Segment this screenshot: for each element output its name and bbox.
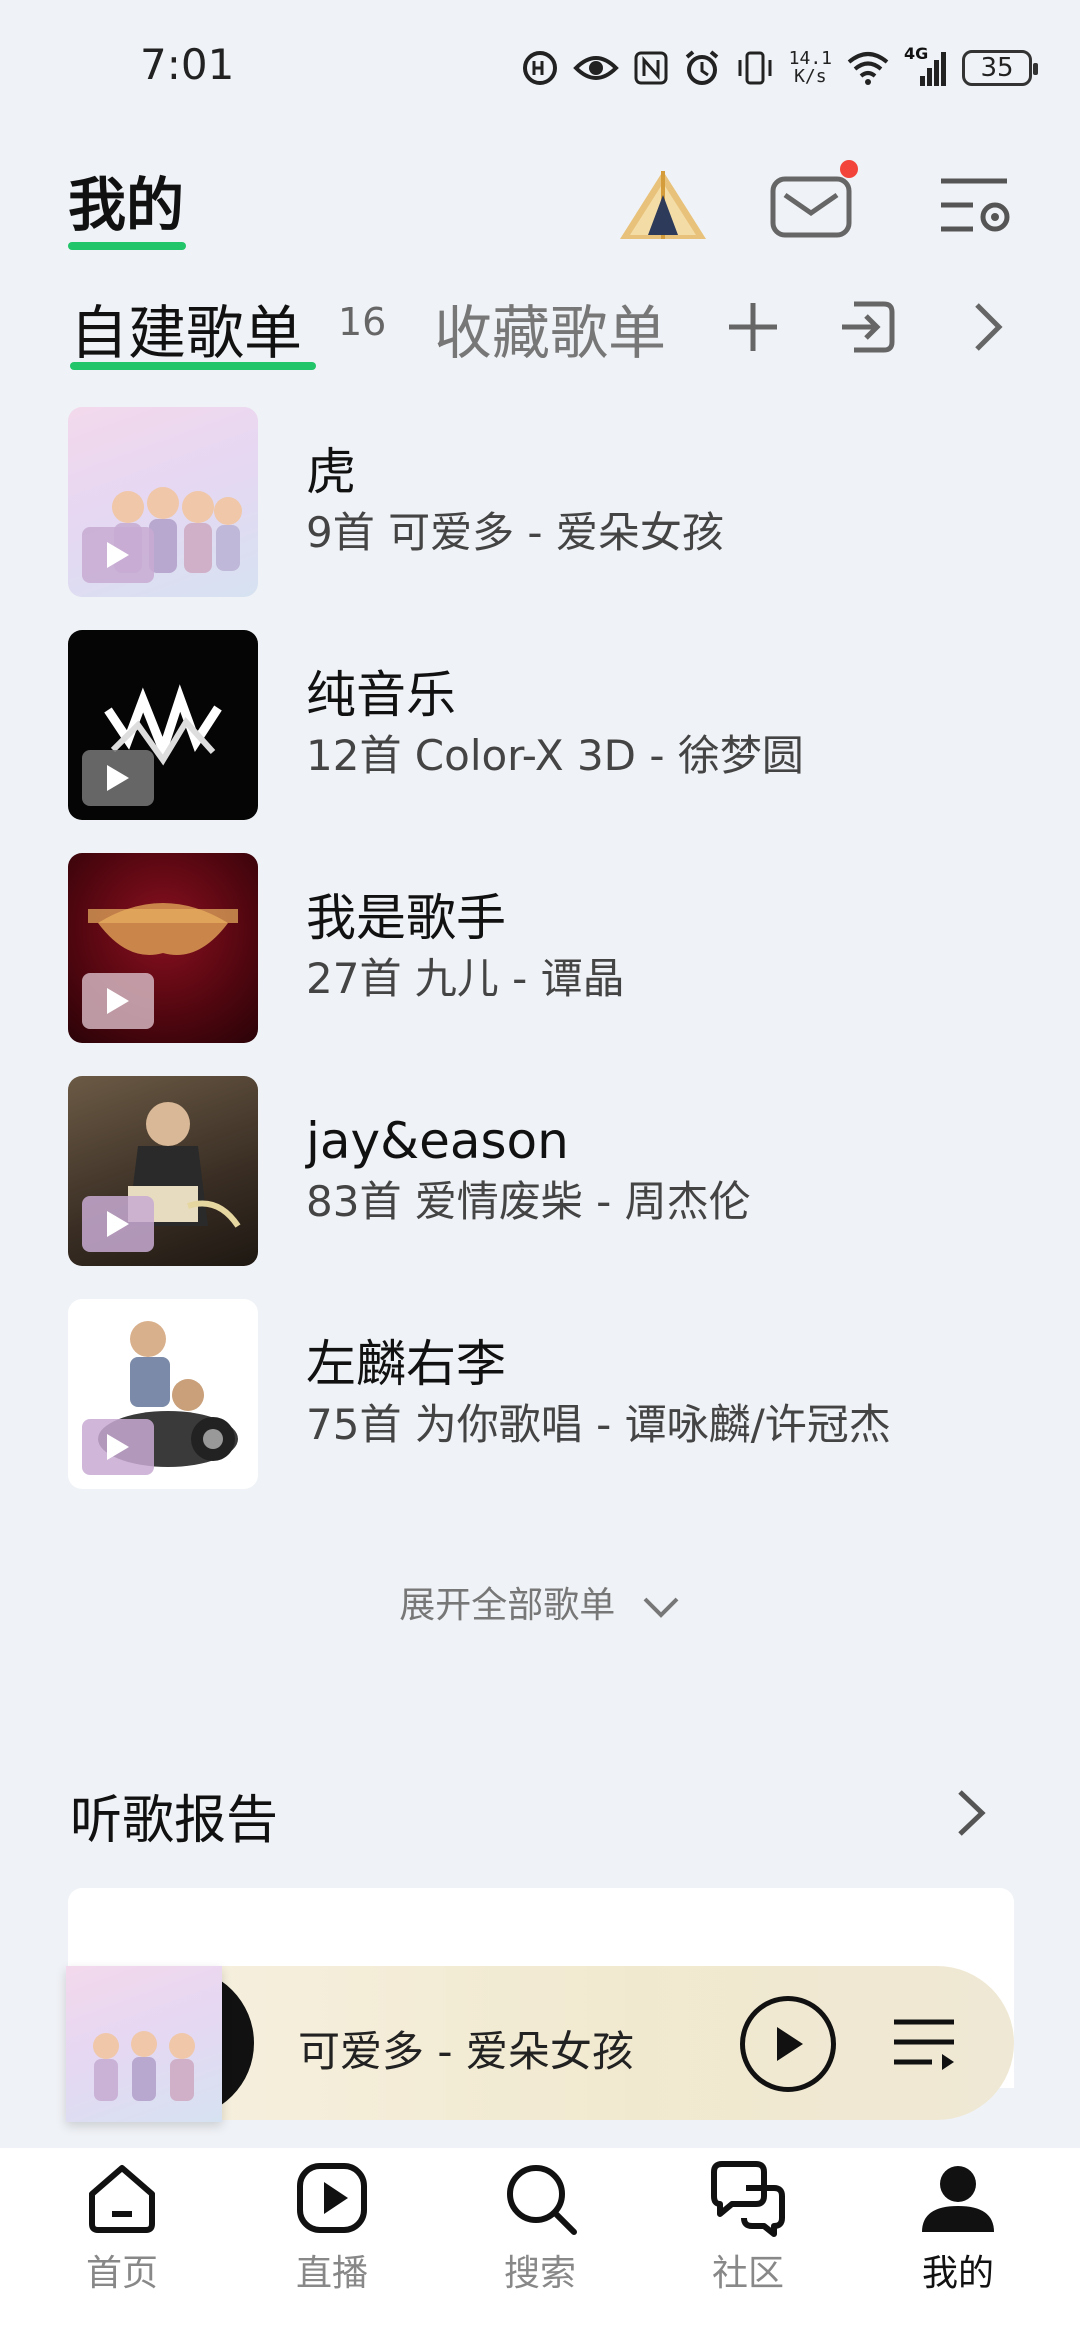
signal-icon: 4G <box>904 44 948 88</box>
playlist-cover <box>68 407 258 597</box>
queue-icon <box>894 2019 954 2070</box>
status-time: 7:01 <box>140 40 235 89</box>
net-speed-unit: K/s <box>794 66 827 87</box>
nav-search-label: 搜索 <box>503 2253 576 2294</box>
add-playlist-button[interactable] <box>718 292 788 362</box>
playlist-meta: 75首 为你歌唱 - 谭咏麟/许冠杰 <box>306 1400 891 1449</box>
vibrate-icon <box>738 51 772 85</box>
battery-level: 35 <box>980 53 1014 83</box>
chevron-down-icon <box>643 1597 679 1618</box>
alarm-icon <box>685 50 718 85</box>
settings-menu-button[interactable] <box>932 160 1022 250</box>
play-icon[interactable] <box>82 1419 154 1475</box>
listening-report-chevron-icon[interactable] <box>940 1778 1000 1848</box>
mail-badge <box>840 160 858 178</box>
nav-home[interactable]: 首页 <box>42 2158 202 2308</box>
chevron-right-icon <box>975 303 1003 351</box>
import-icon <box>842 301 895 353</box>
playlist-item[interactable]: 纯音乐 12首 Color-X 3D - 徐梦圆 <box>68 630 1018 820</box>
more-tabs-button[interactable] <box>952 292 1022 362</box>
playlist-item[interactable]: 虎 9首 可爱多 - 爱朵女孩 <box>68 407 1018 597</box>
tab-active-indicator <box>70 362 316 370</box>
play-icon[interactable] <box>82 973 154 1029</box>
playlist-meta: 83首 爱情废柴 - 周杰伦 <box>306 1177 751 1226</box>
nav-search[interactable]: 搜索 <box>460 2158 620 2308</box>
expand-all-playlists-button[interactable]: 展开全部歌单 <box>0 1576 1080 1628</box>
nfc-icon <box>634 51 668 85</box>
nav-home-label: 首页 <box>85 2253 158 2294</box>
nav-live[interactable]: 直播 <box>252 2158 412 2308</box>
mail-icon <box>770 176 852 238</box>
title-underline <box>68 242 186 250</box>
profile-icon <box>922 2166 994 2232</box>
playlist-cover <box>68 853 258 1043</box>
playlist-meta: 9首 可爱多 - 爱朵女孩 <box>306 508 724 557</box>
network-type: 4G <box>904 44 929 63</box>
hd-voice-icon <box>522 51 557 85</box>
playlist-cover <box>68 630 258 820</box>
playlist-item[interactable]: 左麟右李 75首 为你歌唱 - 谭咏麟/许冠杰 <box>68 1299 1018 1489</box>
wifi-icon <box>847 52 889 85</box>
playlist-meta: 12首 Color-X 3D - 徐梦圆 <box>306 731 804 780</box>
community-icon <box>711 2161 785 2237</box>
expand-all-label: 展开全部歌单 <box>399 1585 616 1626</box>
tab-owned-playlists[interactable]: 自建歌单 <box>70 286 302 370</box>
status-icons: 14.1 K/s 4G 35 <box>521 44 1038 92</box>
nav-live-label: 直播 <box>295 2253 368 2294</box>
live-icon <box>297 2163 367 2233</box>
nav-community[interactable]: 社区 <box>668 2158 828 2308</box>
camp-tent-icon[interactable] <box>618 160 708 250</box>
play-icon[interactable] <box>82 750 154 806</box>
playlist-cover <box>68 1076 258 1266</box>
playlist-name: 左麟右李 <box>306 1335 506 1393</box>
playlist-meta: 27首 九儿 - 谭晶 <box>306 954 625 1003</box>
home-icon <box>89 2165 155 2233</box>
play-icon <box>777 2027 803 2061</box>
playlist-cover <box>68 1299 258 1489</box>
settings-menu-icon <box>941 178 1010 232</box>
page-title: 我的 <box>68 171 185 239</box>
queue-button[interactable] <box>880 2000 970 2090</box>
mini-play-button[interactable] <box>740 1996 836 2092</box>
eye-icon <box>572 56 619 80</box>
playlist-name: 纯音乐 <box>306 666 456 724</box>
playlist-item[interactable]: 我是歌手 27首 九儿 - 谭晶 <box>68 853 1018 1043</box>
playlist-name: 虎 <box>306 443 356 501</box>
play-icon[interactable] <box>82 527 154 583</box>
tab-collected-playlists[interactable]: 收藏歌单 <box>434 286 666 370</box>
nav-profile-label: 我的 <box>921 2253 994 2294</box>
net-speed: 14.1 K/s <box>789 50 832 86</box>
playlist-name: jay&eason <box>306 1112 569 1170</box>
add-icon <box>729 303 777 351</box>
now-playing-cover[interactable] <box>66 1966 222 2122</box>
import-playlist-button[interactable] <box>832 292 902 362</box>
playlist-item[interactable]: jay&eason 83首 爱情废柴 - 周杰伦 <box>68 1076 1018 1266</box>
mail-button[interactable] <box>768 160 858 250</box>
battery-icon: 35 <box>962 50 1038 86</box>
owned-playlist-count: 16 <box>338 300 387 344</box>
play-icon[interactable] <box>82 1196 154 1252</box>
playlist-name: 我是歌手 <box>306 889 506 947</box>
now-playing-track[interactable]: 可爱多 - 爱朵女孩 <box>298 2018 634 2079</box>
nav-community-label: 社区 <box>711 2253 784 2294</box>
listening-report-title[interactable]: 听歌报告 <box>70 1778 278 1853</box>
nav-profile[interactable]: 我的 <box>878 2158 1038 2308</box>
search-icon <box>507 2165 577 2235</box>
